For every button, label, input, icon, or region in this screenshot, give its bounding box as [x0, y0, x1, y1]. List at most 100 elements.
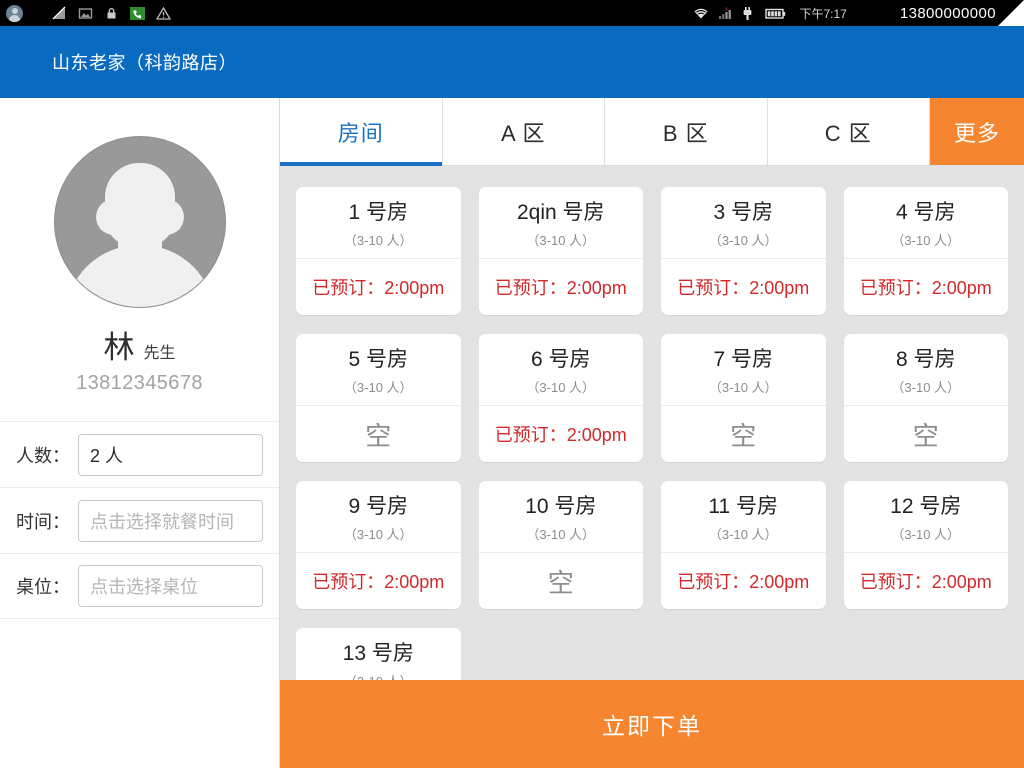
svg-text:x: x [725, 7, 728, 13]
room-card[interactable]: 9 号房 （3-10 人） 已预订：2:00pm [296, 481, 461, 609]
room-capacity: （3-10 人） [343, 380, 413, 395]
room-title: 12 号房 [890, 495, 962, 518]
room-capacity: （3-10 人） [891, 527, 961, 542]
room-title: 7 号房 [713, 348, 773, 371]
app-screen: x 下午7:17 13800000000 山东老家（科韵路店） 林 先生 138… [0, 0, 1024, 768]
app-header: 山东老家（科韵路店） [0, 26, 1024, 98]
room-title: 2qin 号房 [516, 201, 605, 224]
room-card-header: 7 号房 （3-10 人） [661, 334, 826, 406]
booking-form: 人数： 2 人 时间： 点击选择就餐时间 桌位： 点击选择桌位 [0, 421, 279, 619]
room-capacity: （3-10 人） [526, 233, 596, 248]
status-bar-right-icons: x 下午7:17 13800000000 [693, 5, 1024, 22]
room-capacity: （3-10 人） [891, 233, 961, 248]
customer-name-suffix: 先生 [143, 345, 176, 362]
room-status: 已预订：2:00pm [677, 278, 810, 298]
usb-icon [741, 6, 756, 21]
room-card-header: 5 号房 （3-10 人） [296, 334, 461, 406]
room-title: 1 号房 [348, 201, 408, 224]
room-capacity: （3-10 人） [526, 380, 596, 395]
room-card[interactable]: 1 号房 （3-10 人） 已预订：2:00pm [296, 187, 461, 315]
customer-name: 林 [103, 330, 135, 365]
avatar-container [0, 136, 279, 308]
form-row-table: 桌位： 点击选择桌位 [0, 553, 279, 619]
customer-name-row: 林 先生 [0, 322, 279, 367]
room-card[interactable]: 2qin 号房 （3-10 人） 已预订：2:00pm [478, 187, 643, 315]
room-status: 空 [912, 420, 939, 451]
room-status: 空 [547, 567, 574, 598]
room-card-header: 3 号房 （3-10 人） [661, 187, 826, 259]
tab-area-a[interactable]: A 区 [442, 98, 605, 165]
room-status: 已预订：2:00pm [859, 278, 992, 298]
rooms-scroll-area[interactable]: 1 号房 （3-10 人） 已预订：2:00pm 2qin 号房 （3-10 人） 已预订… [280, 167, 1024, 768]
room-card[interactable]: 5 号房 （3-10 人） 空 [296, 334, 461, 462]
table-input[interactable]: 点击选择桌位 [78, 565, 263, 607]
status-bar-phone-number: 13800000000 [899, 4, 996, 22]
rooms-panel: 房间 A 区 B 区 C 区 更多 1 号房 （3-10 人） 已预订：2:00pm… [280, 98, 1024, 768]
room-card[interactable]: 12 号房 （3-10 人） 已预订：2:00pm [843, 481, 1008, 609]
room-capacity: （3-10 人） [891, 380, 961, 395]
lock-icon [104, 6, 119, 21]
area-tabs: 房间 A 区 B 区 C 区 更多 [280, 98, 1024, 166]
battery-icon [765, 6, 787, 21]
tab-rooms[interactable]: 房间 [280, 98, 443, 166]
room-card-header: 10 号房 （3-10 人） [478, 481, 643, 553]
room-card[interactable]: 4 号房 （3-10 人） 已预订：2:00pm [843, 187, 1008, 315]
avatar-body-shape [64, 245, 215, 307]
room-capacity: （3-10 人） [708, 380, 778, 395]
room-card-header: 4 号房 （3-10 人） [843, 187, 1008, 259]
room-title: 4 号房 [895, 201, 956, 224]
room-status: 已预订：2:00pm [494, 425, 627, 445]
status-bar-clock: 下午7:17 [799, 6, 847, 21]
image-icon [78, 6, 93, 21]
room-capacity: （3-10 人） [708, 233, 778, 248]
room-card[interactable]: 3 号房 （3-10 人） 已预订：2:00pm [661, 187, 826, 315]
room-status: 空 [365, 420, 392, 451]
room-capacity: （3-10 人） [343, 527, 413, 542]
room-title: 5 号房 [348, 348, 408, 371]
status-bar: x 下午7:17 13800000000 [0, 0, 1024, 26]
party-size-label: 人数： [16, 445, 70, 466]
room-card-header: 12 号房 （3-10 人） [843, 481, 1008, 553]
time-label: 时间： [16, 511, 70, 532]
room-card-header: 8 号房 （3-10 人） [843, 334, 1008, 406]
room-capacity: （3-10 人） [343, 233, 413, 248]
room-status: 已预订：2:00pm [494, 278, 627, 298]
place-order-button[interactable]: 立即下单 [280, 680, 1024, 768]
wifi-icon [693, 6, 708, 21]
room-card[interactable]: 11 号房 （3-10 人） 已预订：2:00pm [661, 481, 826, 609]
room-card-header: 11 号房 （3-10 人） [661, 481, 826, 553]
room-card[interactable]: 10 号房 （3-10 人） 空 [478, 481, 643, 609]
rooms-grid: 1 号房 （3-10 人） 已预订：2:00pm 2qin 号房 （3-10 人） 已预订… [296, 187, 1008, 756]
room-title: 6 号房 [530, 348, 591, 371]
phone-call-icon [130, 6, 145, 21]
room-capacity: （3-10 人） [708, 527, 778, 542]
customer-phone: 13812345678 [76, 372, 203, 394]
room-card-header: 2qin 号房 （3-10 人） [478, 187, 643, 259]
table-label: 桌位： [16, 577, 70, 597]
time-input[interactable]: 点击选择就餐时间 [78, 499, 263, 542]
room-card[interactable]: 6 号房 （3-10 人） 已预订：2:00pm [478, 334, 643, 462]
room-status: 已预订：2:00pm [312, 572, 445, 592]
signal-strike-icon [52, 6, 67, 21]
room-card[interactable]: 8 号房 （3-10 人） 空 [843, 334, 1008, 462]
room-title: 10 号房 [525, 495, 597, 518]
room-card[interactable]: 7 号房 （3-10 人） 空 [661, 334, 826, 462]
tab-more[interactable]: 更多 [930, 98, 1024, 165]
room-card-header: 6 号房 （3-10 人） [478, 334, 643, 406]
room-status: 已预订：2:00pm [312, 278, 445, 298]
room-title: 9 号房 [348, 495, 408, 518]
room-status: 已预订：2:00pm [859, 572, 992, 592]
cellular-signal-icon: x [717, 6, 732, 21]
form-row-time: 时间： 点击选择就餐时间 [0, 487, 279, 553]
party-size-input[interactable]: 2 人 [78, 433, 263, 476]
room-card-header: 1 号房 （3-10 人） [296, 187, 461, 259]
warning-icon [155, 6, 172, 21]
tab-area-b[interactable]: B 区 [605, 98, 768, 165]
tab-area-c[interactable]: C 区 [767, 98, 930, 165]
avatar[interactable] [53, 136, 226, 308]
status-bar-left-icons [0, 4, 172, 22]
page-title: 山东老家（科韵路店） [52, 53, 237, 73]
room-capacity: （3-10 人） [526, 527, 596, 542]
room-card-header: 9 号房 （3-10 人） [296, 481, 461, 553]
user-avatar-icon [6, 4, 23, 22]
